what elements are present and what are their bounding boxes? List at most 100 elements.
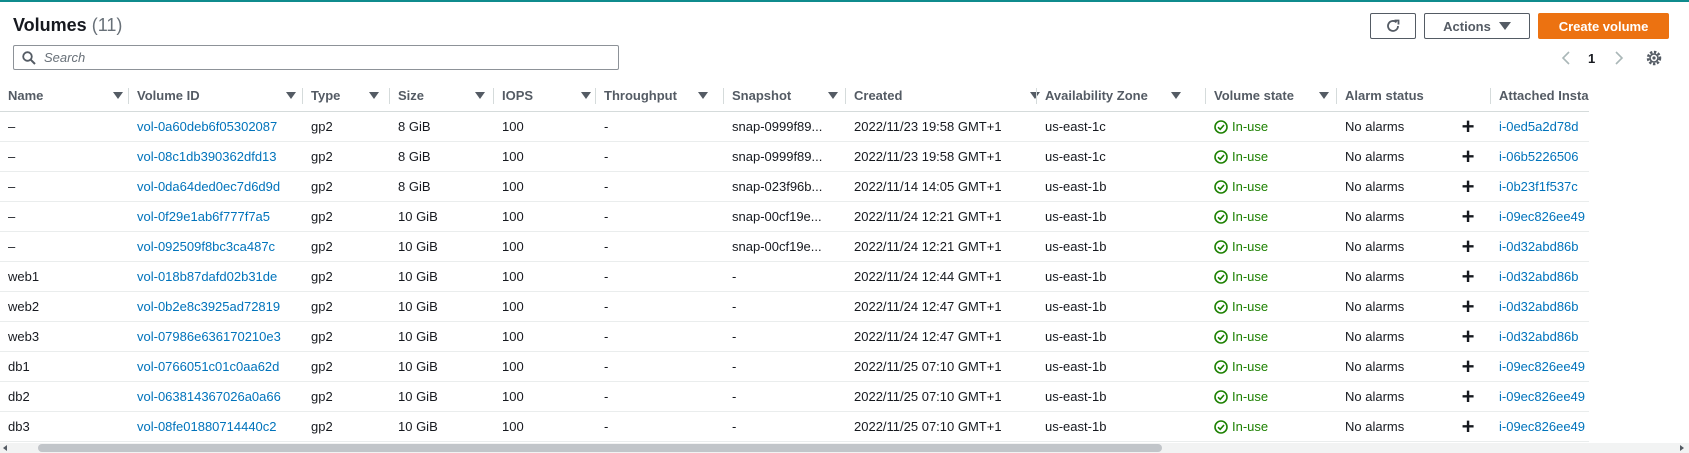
sort-caret-icon[interactable] xyxy=(698,92,708,99)
column-header-volume-state[interactable]: Volume state xyxy=(1206,80,1337,112)
create-volume-button[interactable]: Create volume xyxy=(1538,13,1669,39)
cell-attached-instance[interactable]: i-09ec826ee49 xyxy=(1491,351,1589,382)
add-alarm-button[interactable]: + xyxy=(1445,411,1491,442)
cell-volume-id[interactable]: vol-08fe01880714440c2 xyxy=(129,411,303,442)
scrollbar-thumb[interactable] xyxy=(38,444,1162,452)
table-row[interactable]: – vol-092509f8bc3ca487c gp2 10 GiB 100- snap-… xyxy=(0,231,1589,262)
cell-created: 2022/11/24 12:47 GMT+1 xyxy=(846,291,1037,322)
cell-attached-instance[interactable]: i-0b23f1f537c xyxy=(1491,171,1589,202)
scroll-right-arrow[interactable] xyxy=(1680,445,1684,451)
cell-iops: 100 xyxy=(494,351,596,382)
search-box[interactable] xyxy=(13,45,619,70)
cell-attached-instance[interactable]: i-0ed5a2d78d xyxy=(1491,111,1589,142)
add-alarm-button[interactable]: + xyxy=(1445,291,1491,322)
add-alarm-button[interactable]: + xyxy=(1445,261,1491,292)
table-row[interactable]: db1 vol-0766051c01c0aa62d gp2 10 GiB 100- -20… xyxy=(0,351,1589,382)
table-row[interactable]: db3 vol-08fe01880714440c2 gp2 10 GiB 100- -20… xyxy=(0,411,1589,442)
cell-attached-instance[interactable]: i-09ec826ee49 xyxy=(1491,381,1589,412)
table-row[interactable]: web3 vol-07986e636170210e3 gp2 10 GiB 100- -2… xyxy=(0,321,1589,352)
column-header-type[interactable]: Type xyxy=(303,80,390,112)
sort-caret-icon[interactable] xyxy=(369,92,379,99)
sort-caret-icon[interactable] xyxy=(1171,92,1181,99)
cell-volume-id[interactable]: vol-0a60deb6f05302087 xyxy=(129,111,303,142)
cell-alarm-status: No alarms xyxy=(1337,261,1445,292)
column-header-created[interactable]: Created xyxy=(846,80,1040,112)
sort-caret-icon[interactable] xyxy=(286,92,296,99)
sort-caret-icon[interactable] xyxy=(1319,92,1329,99)
cell-type: gp2 xyxy=(303,321,390,352)
column-header-size[interactable]: Size xyxy=(390,80,494,112)
check-circle-icon xyxy=(1214,300,1228,314)
cell-attached-instance[interactable]: i-09ec826ee49 xyxy=(1491,201,1589,232)
cell-throughput: - xyxy=(596,351,724,382)
table-row[interactable]: web2 vol-0b2e8c3925ad72819 gp2 10 GiB 100- -2… xyxy=(0,291,1589,322)
cell-volume-id[interactable]: vol-092509f8bc3ca487c xyxy=(129,231,303,262)
column-header-alarm-status[interactable]: Alarm status xyxy=(1337,80,1445,112)
cell-volume-id[interactable]: vol-0da64ded0ec7d6d9d xyxy=(129,171,303,202)
add-alarm-button[interactable]: + xyxy=(1445,171,1491,202)
cell-attached-instance[interactable]: i-0d32abd86b xyxy=(1491,321,1589,352)
cell-attached-instance[interactable]: i-06b5226506 xyxy=(1491,141,1589,172)
add-alarm-button[interactable]: + xyxy=(1445,201,1491,232)
cell-volume-id[interactable]: vol-018b87dafd02b31de xyxy=(129,261,303,292)
table-row[interactable]: – vol-0a60deb6f05302087 gp2 8 GiB 100- snap-0… xyxy=(0,111,1589,142)
cell-attached-instance[interactable]: i-0d32abd86b xyxy=(1491,231,1589,262)
cell-attached-instance[interactable]: i-0d32abd86b xyxy=(1491,261,1589,292)
table-row[interactable]: – vol-08c1db390362dfd13 gp2 8 GiB 100- snap-0… xyxy=(0,141,1589,172)
column-header-iops[interactable]: IOPS xyxy=(494,80,596,112)
column-header-availability-zone[interactable]: Availability Zone xyxy=(1037,80,1206,112)
cell-snapshot: snap-0999f89... xyxy=(724,141,846,172)
actions-button[interactable]: Actions xyxy=(1424,13,1530,39)
cell-created: 2022/11/25 07:10 GMT+1 xyxy=(846,381,1037,412)
add-alarm-button[interactable]: + xyxy=(1445,141,1491,172)
cell-size: 10 GiB xyxy=(390,201,494,232)
cell-volume-id[interactable]: vol-0766051c01c0aa62d xyxy=(129,351,303,382)
cell-throughput: - xyxy=(596,381,724,412)
cell-volume-state: In-use xyxy=(1206,321,1337,352)
cell-throughput: - xyxy=(596,171,724,202)
volume-state-label: In-use xyxy=(1232,179,1269,194)
search-input[interactable] xyxy=(44,50,604,65)
next-page-button[interactable] xyxy=(1613,47,1625,69)
prev-page-button[interactable] xyxy=(1560,47,1572,69)
cell-volume-id[interactable]: vol-0b2e8c3925ad72819 xyxy=(129,291,303,322)
cell-name: – xyxy=(0,111,129,142)
sort-caret-icon[interactable] xyxy=(113,92,123,99)
table-row[interactable]: – vol-0da64ded0ec7d6d9d gp2 8 GiB 100- snap-0… xyxy=(0,171,1589,202)
add-alarm-button[interactable]: + xyxy=(1445,231,1491,262)
sort-caret-icon[interactable] xyxy=(475,92,485,99)
cell-size: 10 GiB xyxy=(390,351,494,382)
sort-caret-icon[interactable] xyxy=(581,92,591,99)
column-header-name[interactable]: Name xyxy=(0,80,129,112)
cell-attached-instance[interactable]: i-09ec826ee49 xyxy=(1491,411,1589,442)
table-row[interactable]: db2 vol-063814367026a0a66 gp2 10 GiB 100- -20… xyxy=(0,381,1589,412)
cell-volume-id[interactable]: vol-063814367026a0a66 xyxy=(129,381,303,412)
cell-availability-zone: us-east-1b xyxy=(1037,171,1206,202)
cell-volume-id[interactable]: vol-07986e636170210e3 xyxy=(129,321,303,352)
add-alarm-button[interactable]: + xyxy=(1445,111,1491,142)
cell-availability-zone: us-east-1b xyxy=(1037,291,1206,322)
add-alarm-button[interactable]: + xyxy=(1445,381,1491,412)
cell-volume-state: In-use xyxy=(1206,381,1337,412)
cell-volume-id[interactable]: vol-08c1db390362dfd13 xyxy=(129,141,303,172)
column-header-volume-id[interactable]: Volume ID xyxy=(129,80,303,112)
column-header-attached-instances[interactable]: Attached Insta xyxy=(1491,80,1589,112)
add-alarm-button[interactable]: + xyxy=(1445,321,1491,352)
column-header-snapshot[interactable]: Snapshot xyxy=(724,80,846,112)
cell-volume-state: In-use xyxy=(1206,141,1337,172)
sort-caret-icon[interactable] xyxy=(828,92,838,99)
check-circle-icon xyxy=(1214,210,1228,224)
cell-size: 10 GiB xyxy=(390,381,494,412)
table-row[interactable]: – vol-0f29e1ab6f777f7a5 gp2 10 GiB 100- snap-… xyxy=(0,201,1589,232)
table-settings-button[interactable] xyxy=(1645,47,1663,69)
scroll-left-arrow[interactable] xyxy=(3,445,7,451)
table-row[interactable]: web1 vol-018b87dafd02b31de gp2 10 GiB 100- -2… xyxy=(0,261,1589,292)
add-alarm-button[interactable]: + xyxy=(1445,351,1491,382)
cell-volume-id[interactable]: vol-0f29e1ab6f777f7a5 xyxy=(129,201,303,232)
horizontal-scrollbar[interactable] xyxy=(0,443,1689,453)
page-number[interactable]: 1 xyxy=(1588,47,1595,69)
column-header-throughput[interactable]: Throughput xyxy=(596,80,724,112)
cell-attached-instance[interactable]: i-0d32abd86b xyxy=(1491,291,1589,322)
cell-created: 2022/11/24 12:21 GMT+1 xyxy=(846,201,1037,232)
refresh-button[interactable] xyxy=(1370,13,1416,39)
